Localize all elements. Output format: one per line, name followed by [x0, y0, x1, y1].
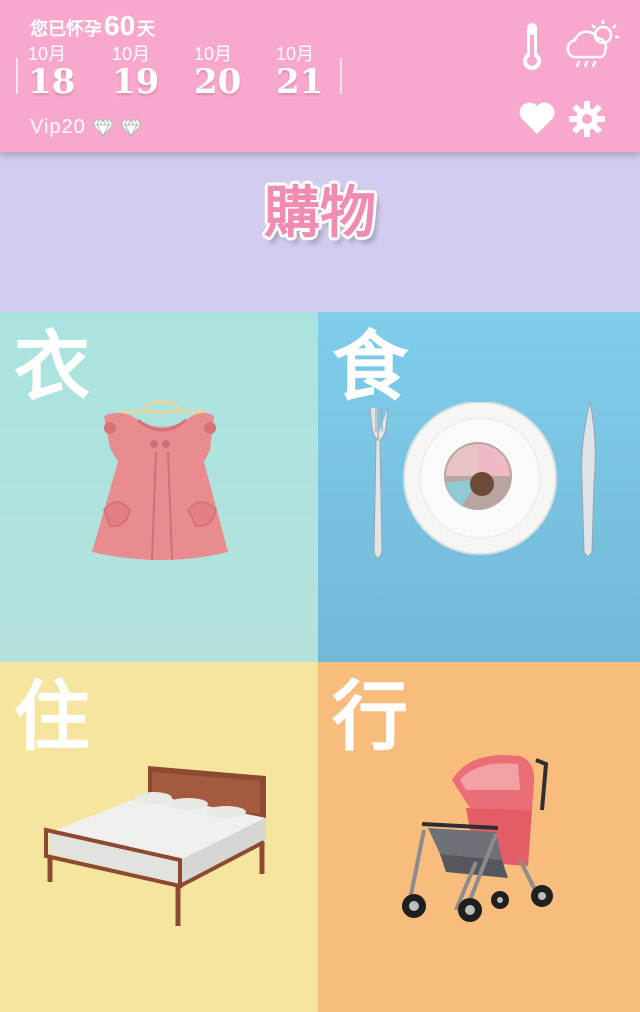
- date-day: 21: [276, 62, 324, 102]
- date-day: 20: [194, 62, 242, 102]
- category-housing-tile[interactable]: 住: [0, 662, 318, 1012]
- date-strip[interactable]: 10月 18 10月 19 10月 20 10月 21: [14, 44, 344, 104]
- category-housing-label: 住: [14, 672, 90, 761]
- category-food-tile[interactable]: 食: [318, 312, 640, 662]
- stroller-image: [402, 755, 553, 922]
- date-day: 18: [28, 62, 76, 102]
- category-travel-label: 行: [332, 672, 408, 761]
- plate-fork-knife-image: [369, 402, 596, 559]
- date-item[interactable]: 10月 21: [276, 44, 336, 100]
- date-strip-left-bar: [16, 58, 18, 94]
- category-food-label: 食: [332, 322, 408, 411]
- baby-dress-image: [92, 399, 228, 561]
- category-clothing-label: 衣: [14, 322, 90, 411]
- vip-badge[interactable]: Vip20: [30, 116, 142, 139]
- date-month: 10月: [276, 44, 315, 64]
- pregnancy-counter: 您已怀孕 60 天: [30, 10, 155, 42]
- pregnancy-prefix: 您已怀孕: [30, 19, 102, 39]
- date-strip-right-bar: [340, 58, 342, 94]
- shopping-title: 購物: [264, 181, 376, 246]
- thermometer-icon[interactable]: [516, 20, 548, 72]
- date-day: 19: [112, 62, 160, 102]
- gear-icon[interactable]: [566, 98, 608, 140]
- diamond-icon: [92, 119, 114, 137]
- date-month: 10月: [112, 44, 151, 64]
- date-month: 10月: [28, 44, 67, 64]
- date-month: 10月: [194, 44, 233, 64]
- category-travel-tile[interactable]: 行: [318, 662, 640, 1012]
- date-item[interactable]: 10月 19: [112, 44, 172, 100]
- pregnancy-suffix: 天: [137, 19, 156, 39]
- date-item[interactable]: 10月 18: [28, 44, 88, 100]
- date-item[interactable]: 10月 20: [194, 44, 254, 100]
- weather-cloud-sun-rain-icon[interactable]: [560, 16, 624, 72]
- diamond-icon: [120, 119, 142, 137]
- status-header: 您已怀孕 60 天 10月 18 10月 19 10月 20 10月 21 Vi…: [0, 0, 640, 152]
- category-clothing-tile[interactable]: 衣: [0, 312, 318, 662]
- bed-image: [44, 766, 266, 926]
- heart-icon[interactable]: [516, 98, 558, 138]
- vip-label: Vip20: [30, 116, 86, 138]
- pregnancy-days: 60: [104, 10, 136, 41]
